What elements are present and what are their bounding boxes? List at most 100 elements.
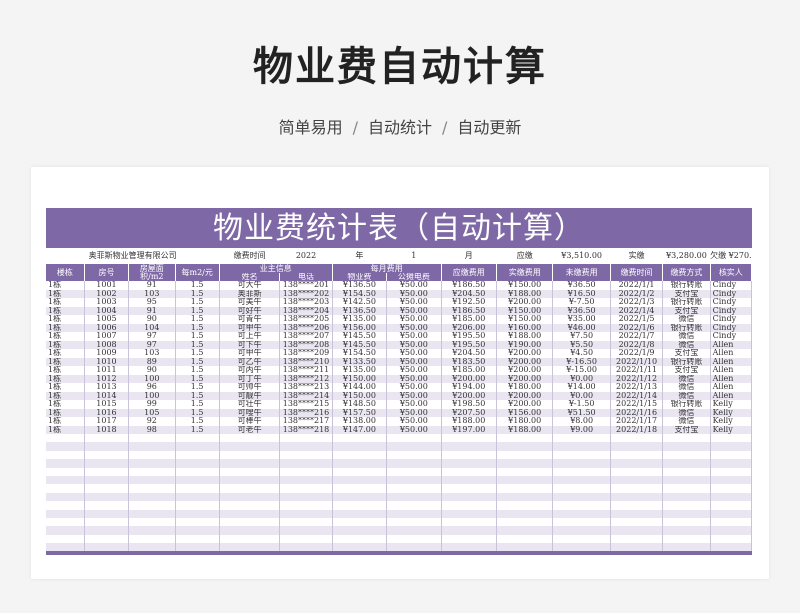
table-cell: 1.5 bbox=[175, 366, 220, 375]
empty-row bbox=[46, 526, 753, 535]
empty-cell bbox=[84, 501, 130, 510]
table-cell: 1.5 bbox=[175, 315, 220, 324]
empty-cell bbox=[279, 434, 333, 443]
table-cell: ¥50.00 bbox=[386, 366, 442, 375]
table-cell: 可甲牛 bbox=[219, 323, 281, 332]
table-cell: Kelly bbox=[710, 425, 753, 434]
table-row: 1栋 1001 91 1.5 可大牛 138****201 ¥136.50 ¥50.00 ¥18… bbox=[46, 281, 753, 290]
empty-row bbox=[46, 509, 753, 518]
empty-cell bbox=[175, 450, 220, 460]
table-cell: ¥188.00 bbox=[441, 417, 497, 426]
empty-cell bbox=[610, 484, 664, 493]
table-cell: 138****218 bbox=[279, 425, 333, 434]
table-cell: 可帅牛 bbox=[219, 383, 281, 392]
empty-cell bbox=[662, 450, 711, 460]
empty-cell bbox=[332, 467, 388, 476]
empty-cell bbox=[46, 543, 85, 552]
empty-cell bbox=[496, 492, 554, 502]
table-cell: 103 bbox=[128, 289, 176, 298]
table-cell: 1栋 bbox=[46, 425, 85, 434]
empty-cell bbox=[386, 526, 442, 535]
empty-cell bbox=[552, 459, 611, 468]
empty-cell bbox=[332, 434, 388, 443]
table-cell: 1.5 bbox=[175, 383, 220, 392]
empty-cell bbox=[175, 459, 220, 468]
empty-cell bbox=[219, 501, 281, 510]
table-cell: 银行转账 bbox=[662, 323, 711, 332]
empty-cell bbox=[441, 492, 497, 502]
empty-cell bbox=[46, 501, 85, 510]
empty-cell bbox=[84, 534, 130, 544]
empty-cell bbox=[552, 526, 611, 535]
table-cell: ¥154.50 bbox=[332, 349, 388, 358]
table-cell: Cindy bbox=[710, 306, 753, 315]
empty-cell bbox=[332, 501, 388, 510]
table-cell: 可丙牛 bbox=[219, 366, 281, 375]
table-cell: 1栋 bbox=[46, 306, 85, 315]
year-unit: 年 bbox=[332, 248, 387, 264]
table-row: 1栋 1008 97 1.5 可下牛 138****208 ¥145.50 ¥50.00 ¥19… bbox=[46, 340, 753, 349]
table-cell: ¥200.00 bbox=[441, 391, 497, 400]
table-cell: ¥150.00 bbox=[332, 374, 388, 383]
empty-row bbox=[46, 484, 753, 493]
table-cell: 92 bbox=[128, 417, 176, 426]
table-cell: ¥50.00 bbox=[386, 281, 442, 290]
table-cell: 138****205 bbox=[279, 315, 333, 324]
table-cell: Allen bbox=[710, 349, 753, 358]
table-cell: 1栋 bbox=[46, 289, 85, 298]
empty-cell bbox=[710, 459, 753, 468]
table-cell: ¥154.50 bbox=[332, 289, 388, 298]
header-phone: 电话 bbox=[279, 273, 333, 281]
table-cell: 100 bbox=[128, 374, 176, 383]
table-cell: ¥148.50 bbox=[332, 400, 388, 409]
empty-cell bbox=[610, 467, 664, 476]
table-cell: ¥5.50 bbox=[552, 340, 611, 349]
subtitle-item-2: 自动统计 bbox=[367, 118, 432, 137]
table-cell: ¥136.50 bbox=[332, 281, 388, 290]
empty-cell bbox=[128, 442, 176, 451]
empty-cell bbox=[219, 475, 281, 485]
empty-cell bbox=[441, 434, 497, 443]
empty-cell bbox=[662, 501, 711, 510]
table-cell: 2022/1/12 bbox=[610, 374, 664, 383]
table-cell: Cindy bbox=[710, 289, 753, 298]
table-cell: 1.5 bbox=[175, 349, 220, 358]
header-paid: 实缴费用 bbox=[496, 264, 554, 281]
empty-cell bbox=[496, 467, 554, 476]
table-cell: 1012 bbox=[84, 374, 130, 383]
empty-cell bbox=[662, 434, 711, 443]
empty-cell bbox=[175, 467, 220, 476]
empty-cell bbox=[46, 484, 85, 493]
table-cell: ¥9.00 bbox=[552, 425, 611, 434]
table-cell: 1栋 bbox=[46, 374, 85, 383]
table-cell: 1栋 bbox=[46, 366, 85, 375]
table-cell: ¥51.50 bbox=[552, 408, 611, 417]
table-cell: 99 bbox=[128, 400, 176, 409]
empty-cell bbox=[441, 517, 497, 527]
table-cell: ¥50.00 bbox=[386, 323, 442, 332]
empty-cell bbox=[496, 459, 554, 468]
table-cell: ¥145.50 bbox=[332, 340, 388, 349]
header-unpaid: 未缴费用 bbox=[552, 264, 611, 281]
empty-cell bbox=[175, 517, 220, 527]
table-cell: 2022/1/18 bbox=[610, 425, 664, 434]
empty-cell bbox=[610, 450, 664, 460]
empty-cell bbox=[441, 501, 497, 510]
table-cell: ¥0.00 bbox=[552, 374, 611, 383]
empty-cell bbox=[279, 442, 333, 451]
table-cell: 微信 bbox=[662, 383, 711, 392]
table-cell: ¥200.00 bbox=[496, 400, 554, 409]
table-cell: ¥200.00 bbox=[496, 391, 554, 400]
empty-cell bbox=[386, 467, 442, 476]
table-cell: 奥菲斯 bbox=[219, 289, 281, 298]
empty-cell bbox=[552, 517, 611, 527]
table-cell: ¥183.50 bbox=[441, 357, 497, 366]
empty-cell bbox=[332, 459, 388, 468]
table-row: 1栋 1014 100 1.5 可靓牛 138****214 ¥150.00 ¥50.00 ¥2… bbox=[46, 391, 753, 400]
table-cell: ¥200.00 bbox=[496, 366, 554, 375]
empty-cell bbox=[332, 526, 388, 535]
empty-cell bbox=[386, 442, 442, 451]
empty-cell bbox=[84, 509, 130, 518]
empty-cell bbox=[610, 501, 664, 510]
empty-cell bbox=[84, 526, 130, 535]
